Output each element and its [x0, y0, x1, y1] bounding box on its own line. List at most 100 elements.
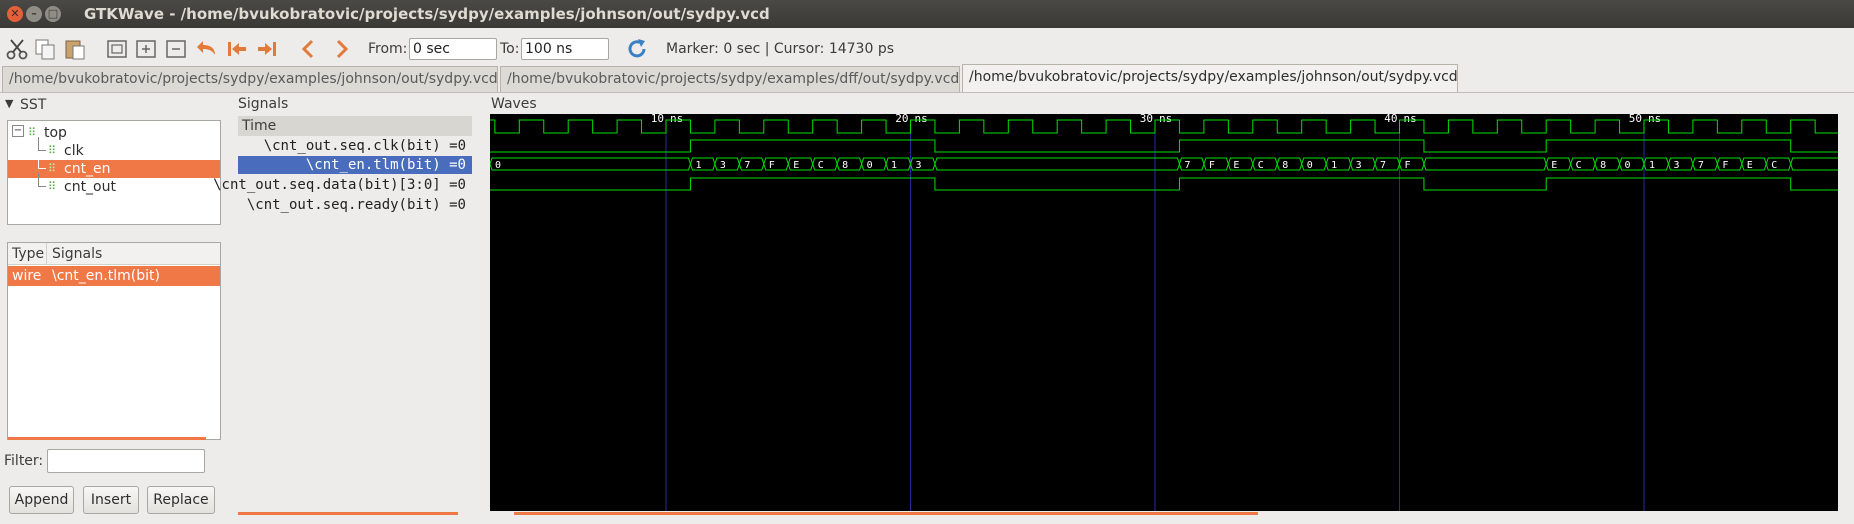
data-bus-value: 8	[1600, 160, 1606, 171]
data-bus-segment	[787, 157, 814, 171]
sst-label: SST	[20, 97, 47, 113]
row-type: wire	[12, 268, 42, 284]
data-bus-segment	[1203, 157, 1229, 171]
signal-row-cnt-en[interactable]: \cnt_en.tlm(bit) =0	[238, 156, 472, 174]
from-time-input[interactable]	[409, 38, 497, 60]
waves-horizontal-scrollbar[interactable]	[514, 512, 1258, 515]
data-bus-value: E	[1233, 160, 1239, 171]
tab-file-2[interactable]: /home/bvukobratovic/projects/sydpy/examp…	[500, 66, 960, 92]
data-bus-value: 3	[1673, 160, 1679, 171]
zoom-fit-icon[interactable]	[104, 36, 130, 62]
data-bus-segment	[1325, 157, 1352, 171]
minimize-window-button[interactable]: –	[26, 6, 42, 22]
next-icon[interactable]	[328, 36, 354, 62]
data-bus-value: 0	[1625, 160, 1631, 171]
data-bus-value: 1	[891, 160, 897, 171]
time-header: Time	[238, 116, 472, 136]
data-bus-segment	[1716, 157, 1743, 171]
insert-button[interactable]: Insert	[83, 486, 139, 514]
signals-label: Signals	[238, 96, 289, 112]
zoom-out-icon[interactable]	[163, 36, 189, 62]
data-bus-segment	[1667, 157, 1694, 171]
signals-pane: Time \cnt_out.seq.clk(bit) =0 \cnt_en.tl…	[213, 116, 472, 515]
previous-icon[interactable]	[296, 36, 322, 62]
reload-icon[interactable]	[624, 36, 650, 62]
data-bus-hold	[934, 157, 1180, 171]
row-signal: \cnt_en.tlm(bit)	[52, 268, 160, 284]
tree-item-cnt-out[interactable]: ⠿ cnt_out	[8, 173, 220, 196]
data-bus-value: E	[1551, 160, 1557, 171]
cut-icon[interactable]	[4, 36, 30, 62]
module-icon: ⠿	[48, 144, 57, 157]
time-label: 30	[1140, 114, 1153, 125]
from-label: From:	[368, 41, 408, 57]
tree-item-label: top	[44, 125, 67, 141]
module-icon: ⠿	[48, 162, 57, 175]
data-bus-value: E	[1747, 160, 1753, 171]
data-bus-value: 3	[1356, 160, 1362, 171]
go-to-start-icon[interactable]	[224, 36, 250, 62]
data-bus-value: C	[1771, 160, 1777, 171]
title-bar: ✕ – □ GTKWave - /home/bvukobratovic/proj…	[0, 0, 1854, 28]
data-bus-segment	[738, 157, 765, 171]
table-row[interactable]: wire \cnt_en.tlm(bit)	[8, 266, 220, 286]
data-bus-value: 8	[1282, 160, 1288, 171]
data-bus-segment	[836, 157, 863, 171]
signal-row-data[interactable]: \cnt_out.seq.data(bit)[3:0] =0	[213, 176, 466, 194]
data-bus-value: 1	[1331, 160, 1337, 171]
zoom-in-icon[interactable]	[133, 36, 159, 62]
signals-horizontal-scrollbar[interactable]	[238, 512, 458, 515]
data-bus-value: 1	[695, 160, 701, 171]
data-bus-hold	[1423, 157, 1547, 171]
tree-branch-line	[38, 155, 46, 169]
data-bus-value: C	[818, 160, 824, 171]
data-bus-value: 1	[1649, 160, 1655, 171]
data-bus-value: F	[1405, 160, 1411, 171]
tab-file-1[interactable]: /home/bvukobratovic/projects/sydpy/examp…	[2, 66, 498, 92]
filter-label: Filter:	[4, 453, 44, 469]
waves-label: Waves	[491, 96, 537, 112]
data-bus-value: 7	[1698, 160, 1704, 171]
signal-row-clk[interactable]: \cnt_out.seq.clk(bit) =0	[264, 137, 466, 155]
undo-icon[interactable]	[194, 36, 220, 62]
time-label: 50	[1629, 114, 1642, 125]
table-header: Type Signals	[8, 243, 220, 265]
hierarchy-tree: − ⠿ top ⠿ clk ⠿ cnt_en ⠿ cnt_out	[7, 120, 221, 225]
replace-button[interactable]: Replace	[147, 486, 215, 514]
data-bus-segment	[489, 157, 691, 171]
filter-input[interactable]	[47, 449, 205, 473]
data-bus-segment	[1643, 157, 1669, 171]
go-to-end-icon[interactable]	[254, 36, 280, 62]
data-bus-value: 7	[1184, 160, 1190, 171]
data-bus-segment	[714, 157, 740, 171]
module-icon: ⠿	[28, 126, 37, 139]
data-bus-value: 3	[720, 160, 726, 171]
waveform-canvas[interactable]: 10 ns 20 ns 30 ns 40 ns 50 ns0 1 3 7 F E C 8 0 1 3 7 F E C 8 0 1 3 7…	[421, 112, 1854, 511]
tab-file-3[interactable]: /home/bvukobratovic/projects/sydpy/examp…	[962, 64, 1458, 92]
sst-collapse-icon[interactable]: ▼	[5, 97, 13, 110]
data-bus-segment	[861, 157, 887, 171]
column-header-signals[interactable]: Signals	[52, 243, 102, 265]
tree-expander-icon[interactable]: −	[12, 125, 24, 137]
module-icon: ⠿	[48, 180, 57, 193]
maximize-window-button[interactable]: □	[45, 6, 61, 22]
data-bus-value: 7	[744, 160, 750, 171]
horizontal-scrollbar[interactable]	[8, 437, 206, 440]
paste-icon[interactable]	[62, 36, 88, 62]
data-bus-segment	[1178, 157, 1205, 171]
data-bus-value: 8	[842, 160, 848, 171]
data-bus-value: 0	[867, 160, 873, 171]
signal-row-ready[interactable]: \cnt_out.seq.ready(bit) =0	[247, 196, 466, 214]
close-window-button[interactable]: ✕	[7, 6, 23, 22]
data-bus-segment	[1227, 157, 1254, 171]
waveform-viewer[interactable]: 10 ns 20 ns 30 ns 40 ns 50 ns 0 1 3 7 F E C 8 0 1 3 7 F E C 8 0 1 3 7…	[421, 112, 1854, 511]
data-bus-segment	[689, 157, 716, 171]
append-button[interactable]: Append	[9, 486, 74, 514]
data-bus-segment	[1765, 157, 1792, 171]
to-label: To:	[500, 41, 520, 57]
column-header-type[interactable]: Type	[12, 243, 44, 265]
copy-icon[interactable]	[32, 36, 58, 62]
file-tabs: /home/bvukobratovic/projects/sydpy/examp…	[0, 64, 1854, 92]
to-time-input[interactable]	[521, 38, 609, 60]
data-bus-segment	[1741, 157, 1767, 171]
